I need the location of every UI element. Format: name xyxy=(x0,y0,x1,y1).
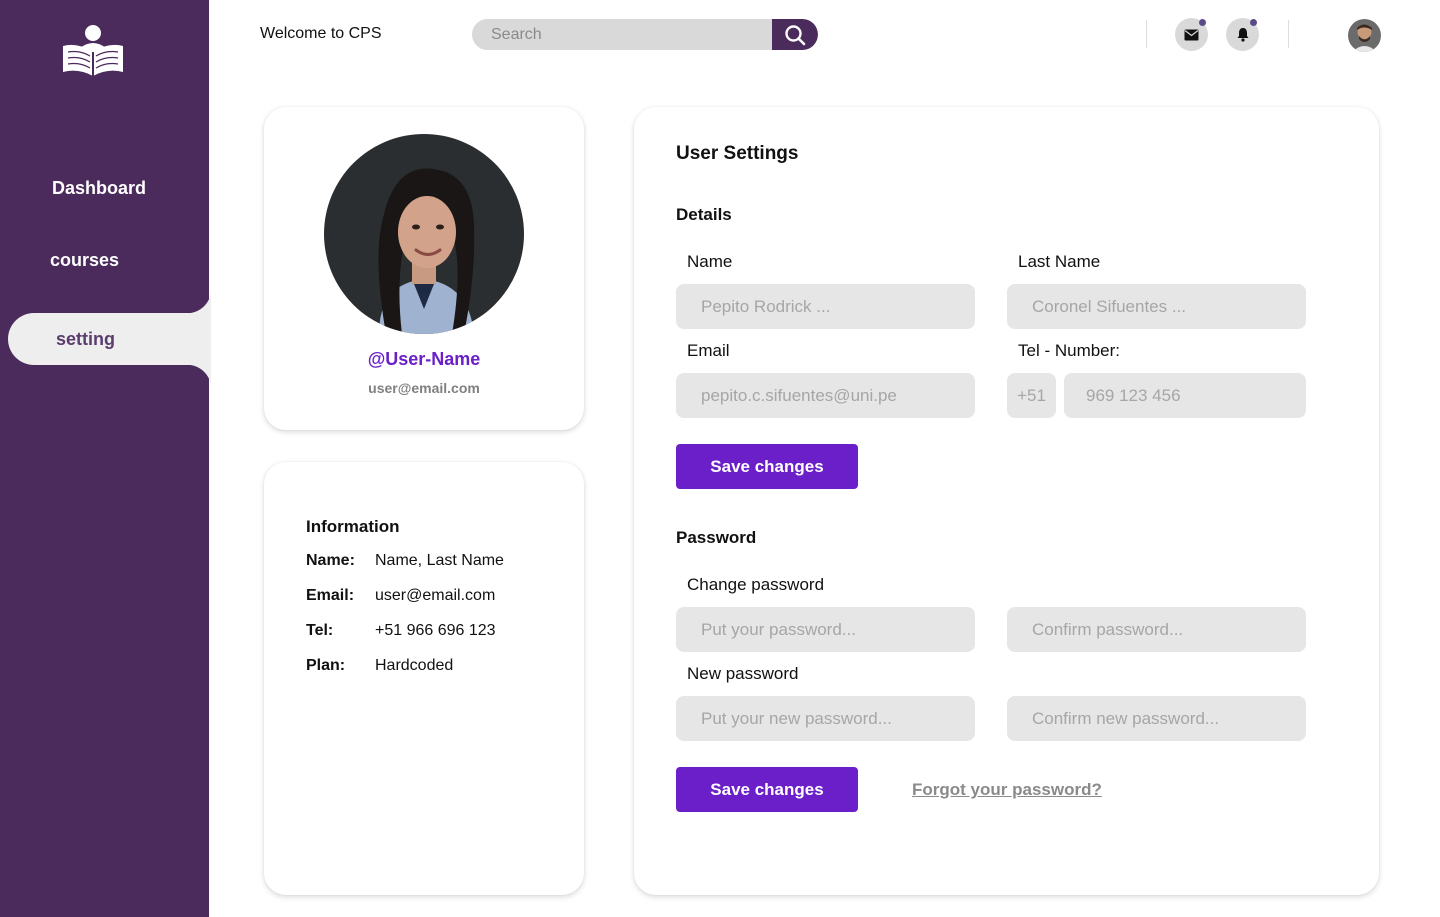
search-input[interactable] xyxy=(472,19,772,50)
sidebar-item-setting[interactable]: setting xyxy=(8,289,211,389)
last-name-label: Last Name xyxy=(1018,252,1101,271)
name-input[interactable] xyxy=(676,284,975,329)
sidebar-item-dashboard[interactable]: Dashboard xyxy=(52,178,146,199)
last-name-input[interactable] xyxy=(1007,284,1306,329)
notification-dot xyxy=(1199,19,1206,26)
info-value: +51 966 696 123 xyxy=(375,622,496,639)
sidebar-item-label: setting xyxy=(56,329,116,349)
profile-card: @User-Name user@email.com xyxy=(264,107,584,430)
search-icon xyxy=(785,24,806,45)
information-card: Information Name: Name, Last Name Email:… xyxy=(264,462,584,895)
book-reader-logo-icon[interactable] xyxy=(60,24,126,80)
save-details-button[interactable]: Save changes xyxy=(676,444,858,489)
info-key: Name: xyxy=(306,552,355,569)
user-avatar[interactable] xyxy=(1348,19,1381,52)
info-value: user@email.com xyxy=(375,587,496,604)
info-value: Hardcoded xyxy=(375,657,454,674)
name-label: Name xyxy=(687,252,733,271)
messages-button[interactable] xyxy=(1175,18,1208,51)
profile-email: user@email.com xyxy=(368,380,480,396)
details-heading: Details xyxy=(676,205,732,224)
notification-dot xyxy=(1250,19,1257,26)
info-value: Name, Last Name xyxy=(375,552,504,569)
divider xyxy=(1288,20,1289,48)
info-key: Plan: xyxy=(306,657,346,674)
country-code-select[interactable]: +51 xyxy=(1007,373,1056,418)
new-password-input[interactable] xyxy=(676,696,975,741)
password-heading: Password xyxy=(676,528,757,547)
tel-number-label: Tel - Number: xyxy=(1018,341,1121,360)
search-bar xyxy=(472,19,818,50)
search-button[interactable] xyxy=(772,19,818,50)
profile-photo[interactable] xyxy=(324,134,524,334)
notifications-button[interactable] xyxy=(1226,18,1259,51)
forgot-password-link[interactable]: Forgot your password? xyxy=(912,780,1102,800)
new-password-label: New password xyxy=(687,664,799,683)
user-settings-card: User Settings Details Name Last Name Ema… xyxy=(634,107,1379,895)
email-input[interactable] xyxy=(676,373,975,418)
sidebar-item-courses[interactable]: courses xyxy=(50,250,119,271)
bell-icon xyxy=(1237,28,1248,42)
email-label: Email xyxy=(687,341,730,360)
welcome-title: Welcome to CPS xyxy=(260,25,382,42)
divider xyxy=(1146,20,1147,48)
settings-title: User Settings xyxy=(676,143,799,164)
profile-username: @User-Name xyxy=(367,349,481,369)
info-key: Email: xyxy=(306,587,355,604)
sidebar: Dashboard courses setting xyxy=(0,0,211,917)
confirm-new-password-input[interactable] xyxy=(1007,696,1306,741)
info-key: Tel: xyxy=(306,622,334,639)
current-password-input[interactable] xyxy=(676,607,975,652)
mail-icon xyxy=(1184,29,1199,40)
save-password-button[interactable]: Save changes xyxy=(676,767,858,812)
change-password-label: Change password xyxy=(687,575,825,594)
confirm-password-input[interactable] xyxy=(1007,607,1306,652)
tel-number-input[interactable] xyxy=(1064,373,1306,418)
information-title: Information xyxy=(306,517,400,536)
